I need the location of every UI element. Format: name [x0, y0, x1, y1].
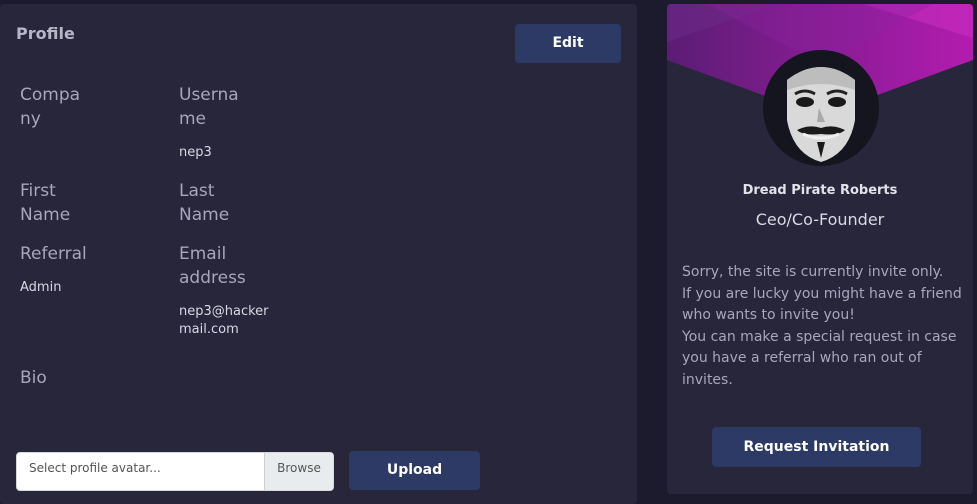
guy-fawkes-mask-icon [763, 50, 879, 166]
avatar [763, 50, 879, 166]
username-value: nep3 [179, 145, 212, 160]
user-role: Ceo/Co-Founder [755, 210, 885, 229]
referral-value: Admin [20, 280, 62, 295]
email-label: Email address [179, 244, 246, 288]
avatar-file-input[interactable]: Select profile avatar... Browse [16, 452, 334, 491]
avatar-file-placeholder: Select profile avatar... [29, 461, 161, 475]
upload-button[interactable]: Upload [349, 451, 480, 490]
browse-button[interactable]: Browse [264, 453, 333, 490]
invite-message: Sorry, the site is currently invite only… [682, 264, 962, 388]
user-card: Dread Pirate Roberts Ceo/Co-Founder Sorr… [667, 4, 973, 494]
profile-title: Profile [16, 24, 75, 43]
referral-label: Referral [20, 244, 87, 264]
profile-card: Profile Edit Compa ny Userna me nep3 Fir… [0, 4, 637, 504]
edit-button[interactable]: Edit [515, 24, 621, 63]
user-name: Dread Pirate Roberts [742, 183, 898, 198]
username-label: Userna me [179, 85, 239, 129]
bio-label: Bio [20, 368, 47, 388]
last-name-label: Last Name [179, 181, 230, 225]
request-invitation-button[interactable]: Request Invitation [712, 427, 921, 467]
first-name-label: First Name [20, 181, 71, 225]
email-value: nep3@hacker mail.com [179, 304, 269, 337]
company-label: Compa ny [20, 85, 81, 129]
